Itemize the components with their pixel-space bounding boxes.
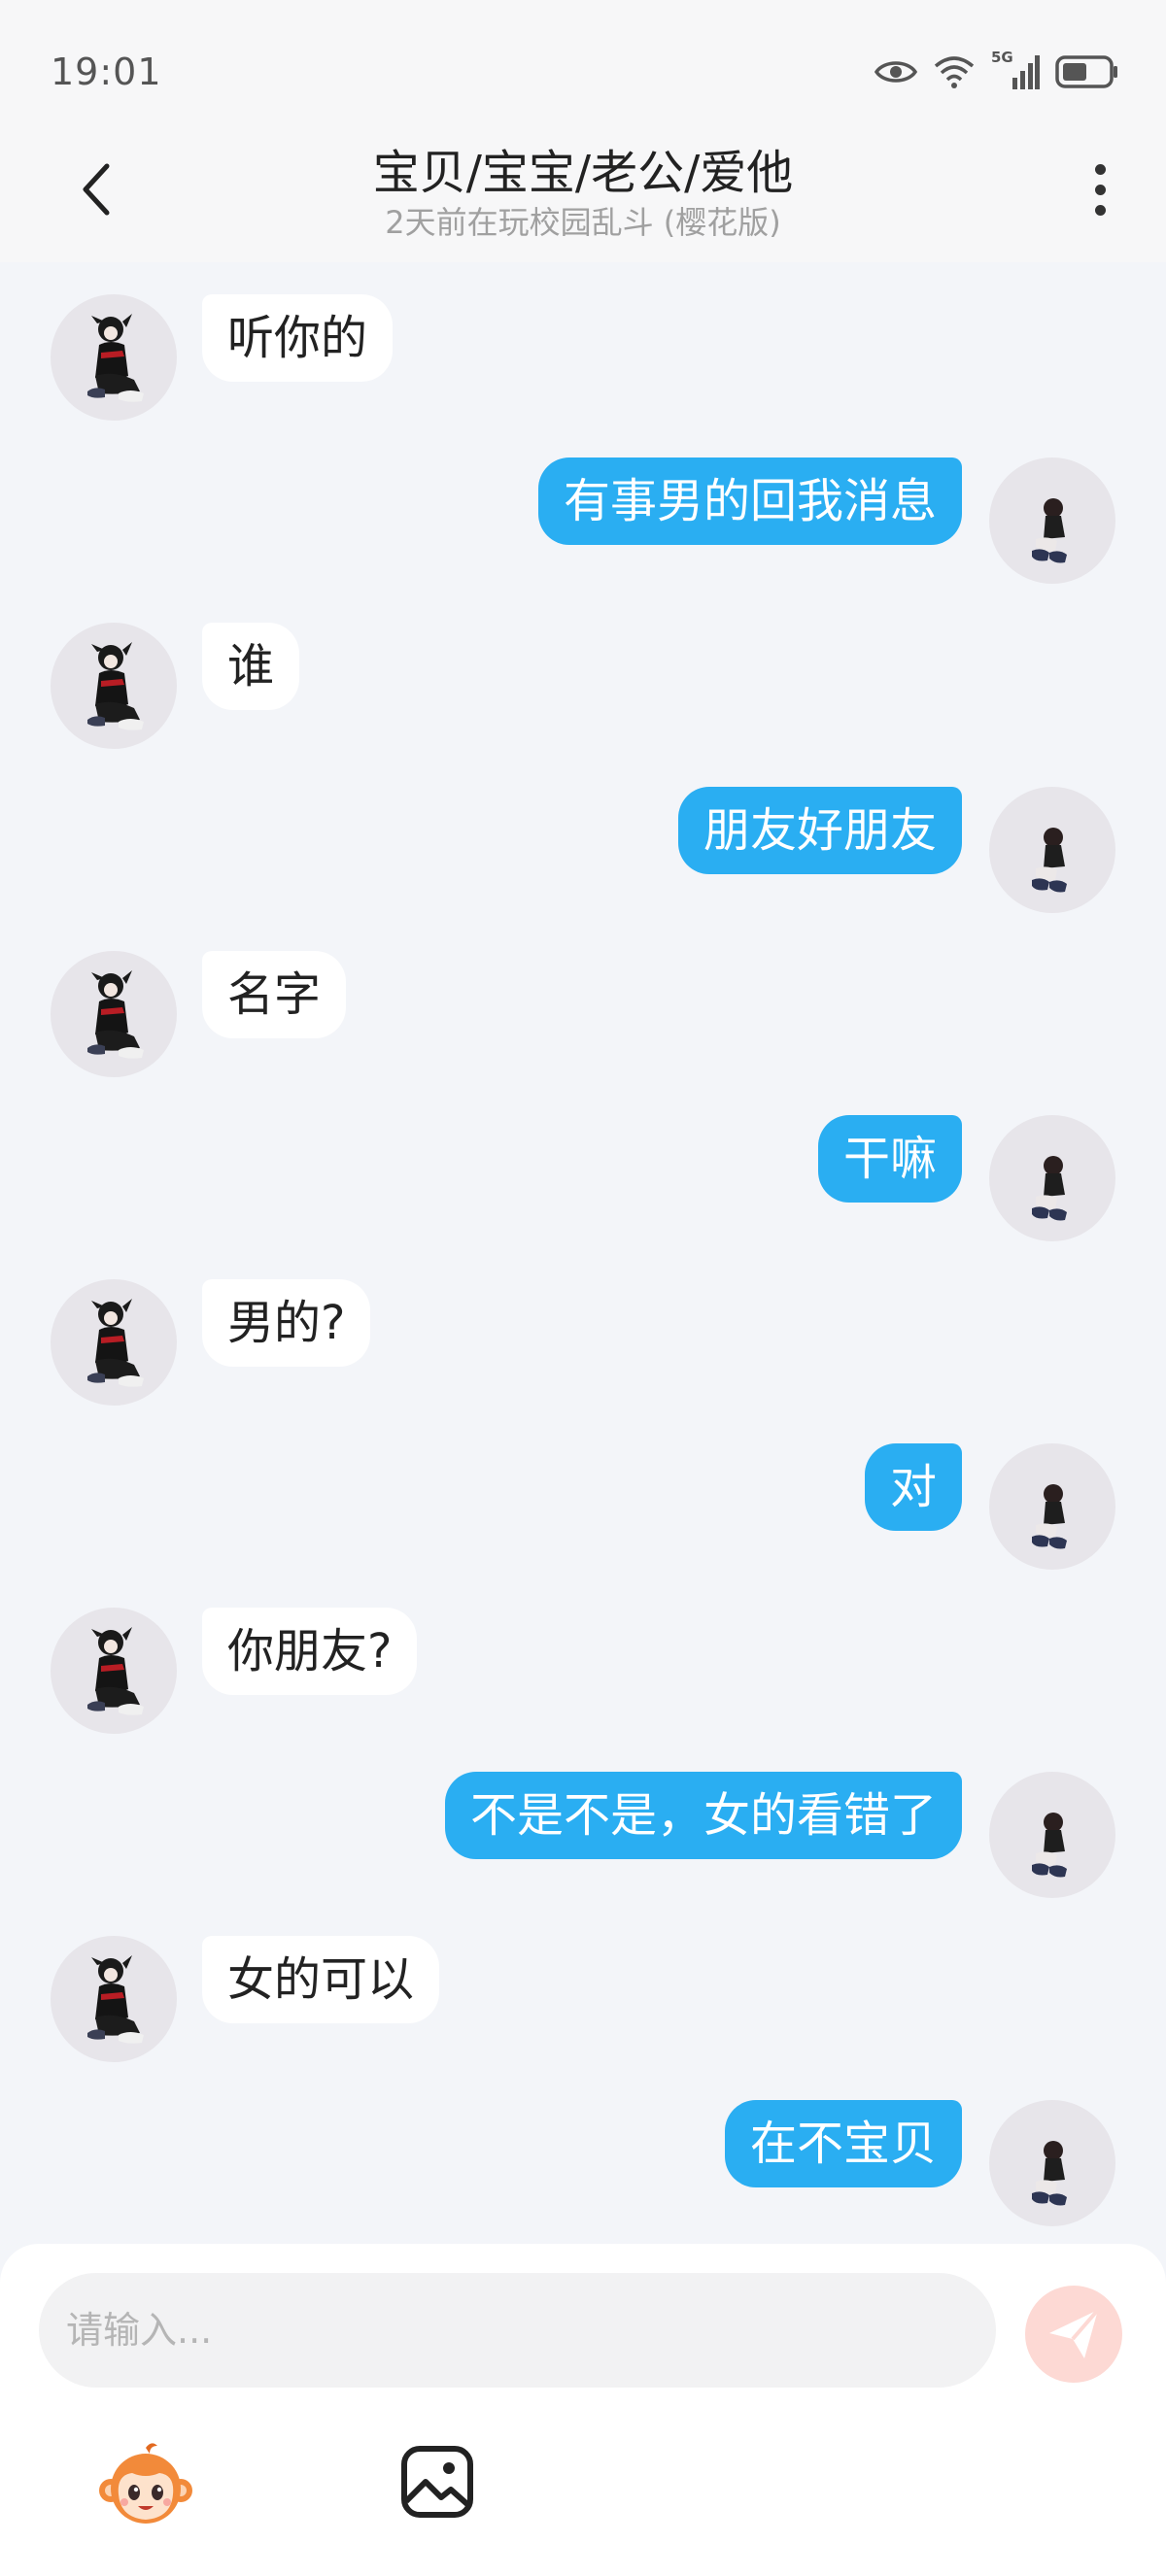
contact-avatar[interactable] bbox=[51, 1936, 177, 2062]
message-incoming: 你朋友? bbox=[0, 1608, 1166, 1744]
message-bubble[interactable]: 不是不是，女的看错了 bbox=[444, 1772, 962, 1859]
contact-avatar[interactable] bbox=[51, 1608, 177, 1734]
eye-icon bbox=[874, 61, 917, 83]
more-vertical-icon bbox=[1094, 163, 1106, 175]
message-bubble[interactable]: 干嘛 bbox=[817, 1115, 962, 1203]
contact-avatar[interactable] bbox=[51, 951, 177, 1077]
battery-icon bbox=[1055, 55, 1117, 88]
cellular-signal-icon: 5G bbox=[991, 49, 1040, 91]
message-incoming: 女的可以 bbox=[0, 1936, 1166, 2072]
message-incoming: 男的? bbox=[0, 1279, 1166, 1415]
more-menu-button[interactable] bbox=[1080, 155, 1119, 223]
contact-avatar[interactable] bbox=[51, 1279, 177, 1406]
status-time: 19:01 bbox=[51, 51, 162, 93]
message-outgoing: 朋友好朋友 bbox=[0, 787, 1166, 923]
message-outgoing: 有事男的回我消息 bbox=[0, 458, 1166, 593]
message-bubble[interactable]: 听你的 bbox=[202, 294, 394, 382]
status-icons: 5G bbox=[874, 49, 1119, 93]
image-button[interactable] bbox=[398, 2443, 476, 2521]
message-incoming: 听你的 bbox=[0, 294, 1166, 430]
message-input[interactable] bbox=[39, 2273, 996, 2388]
contact-avatar[interactable] bbox=[51, 623, 177, 749]
message-incoming: 名字 bbox=[0, 951, 1166, 1087]
contact-status: 2天前在玩校园乱斗 (樱花版) bbox=[385, 204, 781, 241]
image-icon bbox=[401, 2446, 473, 2518]
emoji-button[interactable] bbox=[97, 2436, 194, 2533]
user-avatar[interactable] bbox=[989, 458, 1115, 584]
message-bubble[interactable]: 女的可以 bbox=[202, 1936, 440, 2023]
message-bubble[interactable]: 你朋友? bbox=[202, 1608, 418, 1695]
message-bubble[interactable]: 朋友好朋友 bbox=[677, 787, 962, 874]
send-button[interactable] bbox=[1025, 2286, 1122, 2383]
user-avatar[interactable] bbox=[989, 1115, 1115, 1241]
message-bubble[interactable]: 有事男的回我消息 bbox=[537, 458, 962, 545]
message-outgoing: 不是不是，女的看错了 bbox=[0, 1772, 1166, 1908]
message-outgoing: 在不宝贝 bbox=[0, 2100, 1166, 2236]
message-bubble[interactable]: 男的? bbox=[202, 1279, 371, 1367]
message-outgoing: 干嘛 bbox=[0, 1115, 1166, 1251]
message-bubble[interactable]: 名字 bbox=[202, 951, 347, 1038]
message-incoming: 谁 bbox=[0, 623, 1166, 759]
contact-name: 宝贝/宝宝/老公/爱他 bbox=[372, 146, 794, 200]
monkey-emoji-icon bbox=[99, 2443, 192, 2524]
message-bubble[interactable]: 在不宝贝 bbox=[724, 2100, 962, 2187]
user-avatar[interactable] bbox=[989, 787, 1115, 913]
paper-plane-icon bbox=[1049, 2308, 1100, 2358]
user-avatar[interactable] bbox=[989, 2100, 1115, 2226]
message-bubble[interactable]: 谁 bbox=[202, 623, 300, 710]
wifi-icon bbox=[934, 56, 975, 88]
message-bubble[interactable]: 对 bbox=[864, 1443, 962, 1531]
user-avatar[interactable] bbox=[989, 1772, 1115, 1898]
contact-avatar[interactable] bbox=[51, 294, 177, 421]
user-avatar[interactable] bbox=[989, 1443, 1115, 1570]
chat-header: 宝贝/宝宝/老公/爱他 2天前在玩校园乱斗 (樱花版) bbox=[0, 117, 1166, 262]
message-outgoing: 对 bbox=[0, 1443, 1166, 1579]
composer-panel bbox=[0, 2244, 1166, 2576]
